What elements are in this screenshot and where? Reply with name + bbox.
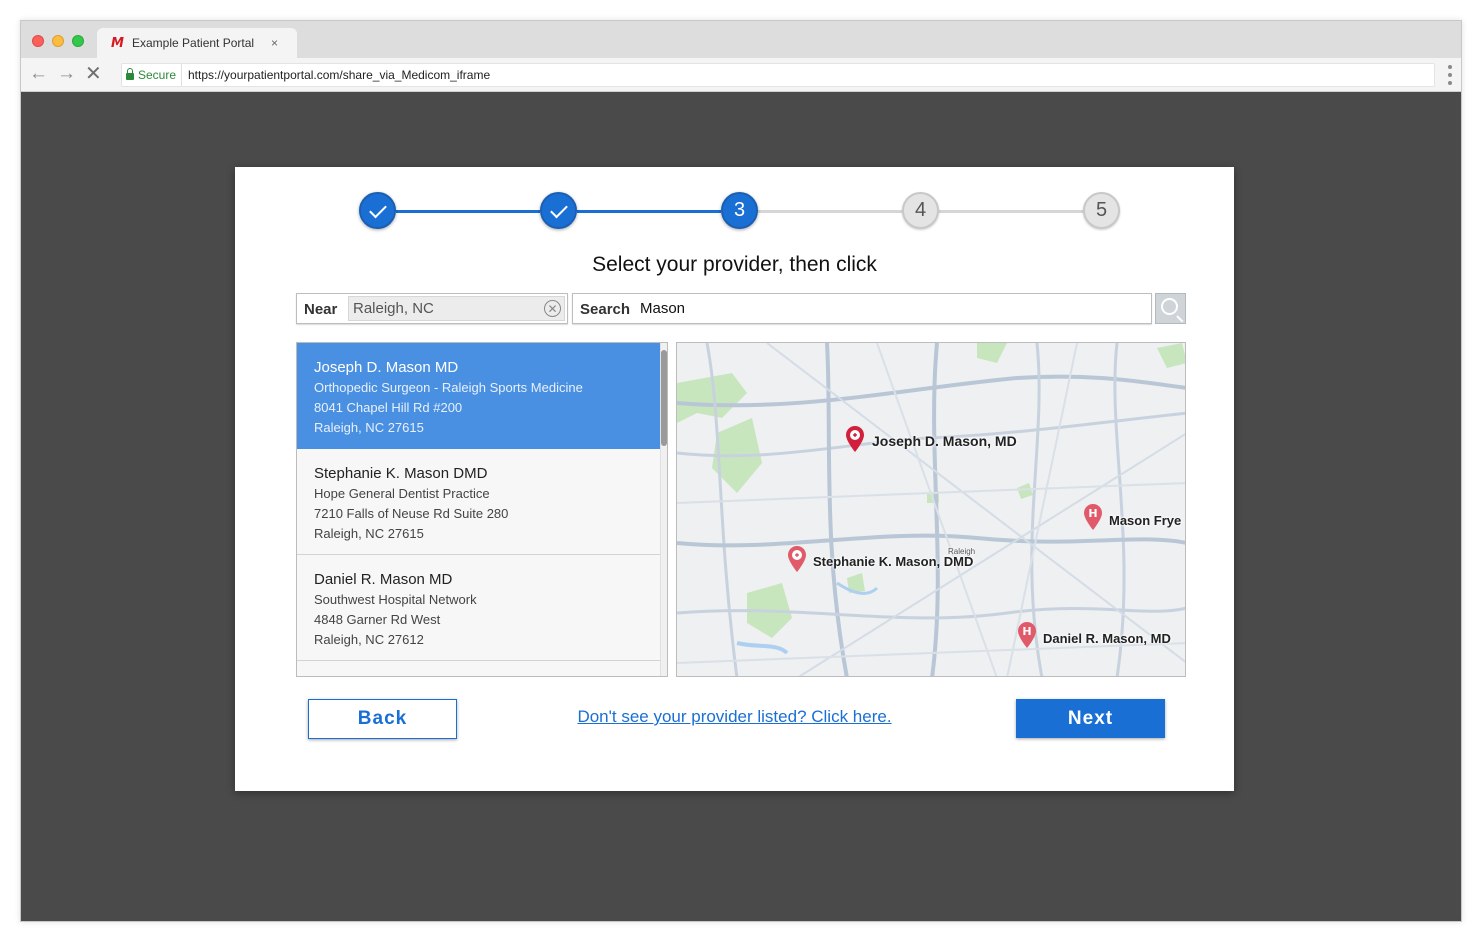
provider-dialog: 3 4 5 Select your provider, then click N…: [235, 167, 1234, 791]
address-bar[interactable]: Secure https://yourpatientportal.com/sha…: [121, 63, 1435, 87]
search-field: Search: [572, 293, 1152, 324]
provider-name: Joseph D. Mason MD: [314, 359, 459, 376]
hospital-pin-icon[interactable]: H: [1017, 621, 1037, 649]
tab-bar: M Example Patient Portal ×: [21, 21, 1461, 58]
step-4: 4: [902, 192, 939, 229]
near-input[interactable]: [348, 296, 565, 321]
secure-indicator[interactable]: Secure: [126, 64, 183, 86]
near-field: Near ✕: [296, 293, 568, 324]
svg-text:H: H: [1088, 507, 1097, 520]
provider-practice: Southwest Hospital Network: [314, 592, 477, 607]
provider-item[interactable]: Stephanie K. Mason DMD Hope General Dent…: [297, 449, 661, 555]
provider-address: 4848 Garner Rd West: [314, 612, 441, 627]
provider-city: Raleigh, NC 27612: [314, 632, 424, 647]
step-connector-1: [396, 210, 540, 213]
provider-address: 8041 Chapel Hill Rd #200: [314, 400, 463, 415]
step-connector-4: [939, 210, 1083, 213]
step-5: 5: [1083, 192, 1120, 229]
list-scrollbar[interactable]: [660, 343, 667, 676]
hospital-pin-icon[interactable]: H: [1083, 503, 1103, 531]
map-pin-label[interactable]: Mason Frye: [1109, 513, 1181, 528]
step-connector-3: [758, 210, 902, 213]
provider-city: Raleigh, NC 27615: [314, 526, 424, 541]
step-2: [540, 192, 577, 229]
clear-icon[interactable]: ✕: [544, 300, 561, 317]
provider-list: Joseph D. Mason MD Orthopedic Surgeon - …: [296, 342, 668, 677]
provider-map[interactable]: Raleigh Joseph D. Mason, MD H Mason Frye…: [676, 342, 1186, 677]
svg-text:H: H: [1022, 625, 1031, 638]
browser-tab[interactable]: M Example Patient Portal ×: [97, 28, 297, 58]
lock-icon: [126, 67, 134, 80]
map-pin-label[interactable]: Stephanie K. Mason, DMD: [813, 554, 973, 569]
step-1: [359, 192, 396, 229]
provider-city: Raleigh, NC 27615: [314, 420, 424, 435]
step-3: 3: [721, 192, 758, 229]
progress-stepper: 3 4 5: [359, 191, 1123, 229]
browser-menu-icon[interactable]: [1448, 65, 1452, 85]
url-text[interactable]: https://yourpatientportal.com/share_via_…: [188, 68, 490, 82]
step-connector-2: [577, 210, 721, 213]
medicom-logo-icon: M: [111, 36, 124, 51]
map-pin-label[interactable]: Daniel R. Mason, MD: [1043, 631, 1171, 646]
search-icon: [1161, 298, 1178, 315]
browser-window: M Example Patient Portal × ← → ✕ Secure …: [20, 20, 1462, 922]
secure-label: Secure: [138, 68, 177, 82]
scrollbar-thumb[interactable]: [661, 350, 667, 446]
tab-title: Example Patient Portal: [132, 36, 255, 50]
provider-practice: Hope General Dentist Practice: [314, 486, 490, 501]
clinic-pin-icon[interactable]: [787, 545, 807, 573]
provider-name: Daniel R. Mason MD: [314, 571, 453, 588]
back-arrow-icon[interactable]: ←: [29, 63, 48, 85]
provider-practice: Orthopedic Surgeon - Raleigh Sports Medi…: [314, 380, 583, 395]
map-background: [677, 343, 1185, 676]
close-window-button[interactable]: [32, 35, 44, 47]
provider-item[interactable]: Daniel R. Mason MD Southwest Hospital Ne…: [297, 555, 661, 661]
search-label: Search: [580, 301, 631, 318]
provider-item-partial[interactable]: [297, 661, 661, 676]
provider-item[interactable]: Joseph D. Mason MD Orthopedic Surgeon - …: [297, 343, 661, 449]
stop-loading-icon[interactable]: ✕: [85, 63, 102, 85]
clinic-pin-icon[interactable]: [845, 425, 865, 453]
search-button[interactable]: [1155, 293, 1186, 324]
map-pin-label[interactable]: Joseph D. Mason, MD: [872, 433, 1017, 449]
provider-name: Stephanie K. Mason DMD: [314, 465, 488, 482]
page-title: Select your provider, then click: [592, 253, 877, 276]
provider-address: 7210 Falls of Neuse Rd Suite 280: [314, 506, 509, 521]
maximize-window-button[interactable]: [72, 35, 84, 47]
near-label: Near: [304, 301, 338, 318]
check-icon: [368, 200, 387, 218]
browser-toolbar: ← → ✕ Secure https://yourpatientportal.c…: [21, 58, 1461, 92]
minimize-window-button[interactable]: [52, 35, 64, 47]
check-icon: [549, 200, 568, 218]
next-button[interactable]: Next: [1016, 699, 1165, 738]
forward-arrow-icon[interactable]: →: [57, 63, 76, 85]
search-input[interactable]: [640, 297, 1145, 320]
tab-close-icon[interactable]: ×: [271, 36, 278, 50]
